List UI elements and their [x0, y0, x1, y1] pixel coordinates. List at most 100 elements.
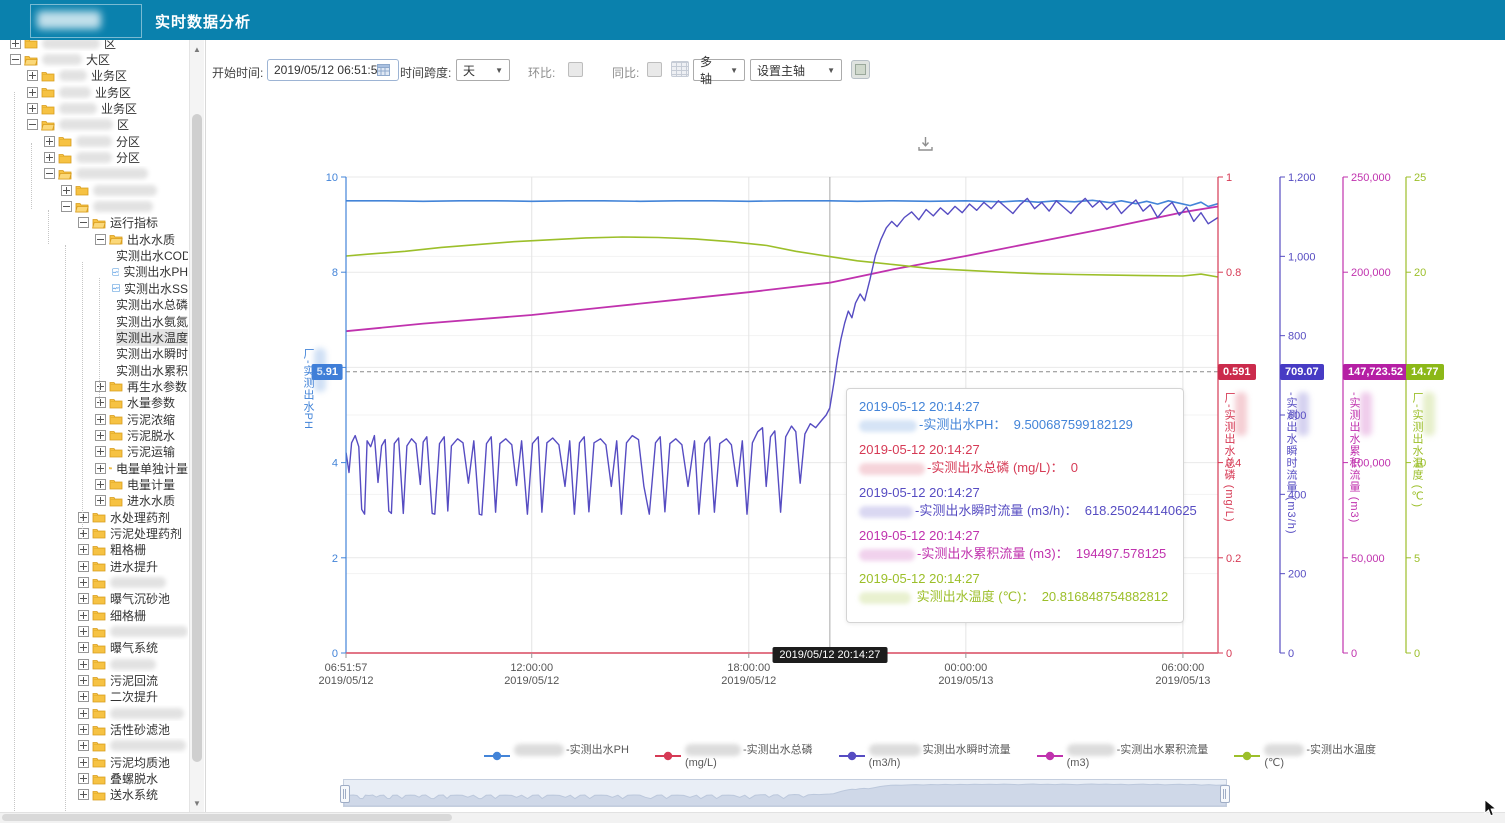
axis-tick-label: 8	[332, 267, 338, 279]
tooltip-timestamp: 2019-05-12 20:14:27	[859, 527, 1171, 545]
redacted-text	[685, 744, 741, 756]
legend-marker-icon	[1234, 750, 1260, 762]
axis-tick-label: 25	[1414, 172, 1426, 184]
redacted-text	[1297, 392, 1309, 436]
chart-legend: -实测出水PH -实测出水总磷(mg/L) 实测出水瞬时流量(m3/h) -实测…	[400, 744, 1460, 770]
y-axis-name-flow: -实测出水瞬时流量 (m3/h)	[1284, 392, 1309, 535]
x-tick-time-label: 06:51:57	[325, 662, 368, 674]
x-tick-time-label: 12:00:00	[510, 662, 553, 674]
mouse-cursor-icon	[1484, 800, 1497, 817]
legend-label: -实测出水总磷(mg/L)	[685, 744, 813, 770]
tooltip-value-line: -实测出水PH： 9.500687599182129	[859, 416, 1171, 434]
datazoom-data-shadow	[344, 784, 1226, 806]
datazoom-left-handle[interactable]	[340, 785, 350, 803]
realtime-analysis-app: 实时数据分析 区大区业务区业务区业务区区分区分区运行指标出水水质实测出水COD实…	[0, 0, 1505, 822]
y-axis-name-tp: 厂-实测出水总磷 (mg/L)	[1222, 392, 1247, 523]
datazoom-slider[interactable]	[343, 779, 1227, 807]
chart-canvas[interactable]: 024681000.20.40.60.8102004006008001,0001…	[0, 0, 1505, 822]
redacted-text	[514, 744, 564, 756]
axis-tick-label: 5	[1414, 553, 1420, 565]
y-axis-name-temp: 厂-实测出水温度 (℃)	[1410, 392, 1435, 508]
legend-label: 实测出水瞬时流量(m3/h)	[869, 744, 1011, 770]
legend-item-tp[interactable]: -实测出水总磷(mg/L)	[655, 744, 813, 770]
redacted-text	[1264, 744, 1304, 756]
redacted-text	[859, 549, 915, 561]
axis-tick-label: 250,000	[1351, 172, 1391, 184]
chart-tooltip: 2019-05-12 20:14:27 -实测出水PH： 9.500687599…	[846, 388, 1184, 623]
legend-marker-icon	[839, 750, 865, 762]
legend-item-ph[interactable]: -实测出水PH	[484, 744, 629, 770]
axis-value-badge-flow: 709.07	[1280, 364, 1324, 380]
redacted-text	[1360, 392, 1372, 436]
redacted-text	[1067, 744, 1115, 756]
legend-marker-icon	[655, 750, 681, 762]
axis-value-badge-temp: 14.77	[1406, 364, 1444, 380]
axis-value-badge-cum: 147,723.52	[1343, 364, 1408, 380]
tooltip-timestamp: 2019-05-12 20:14:27	[859, 441, 1171, 459]
legend-item-temp[interactable]: -实测出水温度(℃)	[1234, 744, 1376, 770]
tooltip-series-entry: 2019-05-12 20:14:27 -实测出水PH： 9.500687599…	[859, 398, 1171, 434]
axis-tick-label: 4	[332, 458, 338, 470]
axis-tick-label: 0.8	[1226, 267, 1241, 279]
x-tick-time-label: 18:00:00	[727, 662, 770, 674]
axis-tick-label: 0	[1226, 648, 1232, 660]
tooltip-timestamp: 2019-05-12 20:14:27	[859, 398, 1171, 416]
hscrollbar-thumb[interactable]	[2, 814, 452, 821]
axis-tick-label: 1	[1226, 172, 1232, 184]
tooltip-value-line: -实测出水累积流量 (m3)： 194497.578125	[859, 545, 1171, 563]
legend-label: -实测出水PH	[514, 744, 629, 757]
redacted-text	[1423, 392, 1435, 436]
axis-tick-label: 1,000	[1288, 251, 1316, 263]
x-tick-date-label: 2019/05/13	[938, 675, 993, 687]
tooltip-value-line: -实测出水瞬时流量 (m3/h)： 618.250244140625	[859, 502, 1171, 520]
datazoom-right-handle[interactable]	[1220, 785, 1230, 803]
page-horizontal-scrollbar[interactable]	[0, 812, 1505, 823]
redacted-text	[859, 592, 911, 604]
tooltip-timestamp: 2019-05-12 20:14:27	[859, 484, 1171, 502]
axis-pointer-time-tag: 2019/05/12 20:14:27	[772, 647, 887, 663]
axis-tick-label: 10	[326, 172, 338, 184]
legend-label: -实测出水累积流量(m3)	[1067, 744, 1209, 770]
tooltip-timestamp: 2019-05-12 20:14:27	[859, 570, 1171, 588]
legend-item-flow[interactable]: 实测出水瞬时流量(m3/h)	[839, 744, 1011, 770]
axis-tick-label: 200,000	[1351, 267, 1391, 279]
y-axis-name-ph: 厂-实测出水PH	[301, 348, 326, 430]
legend-marker-icon	[1037, 750, 1063, 762]
datazoom-shadow	[344, 780, 1226, 806]
axis-tick-label: 0	[1288, 648, 1294, 660]
x-tick-time-label: 06:00:00	[1161, 662, 1204, 674]
axis-tick-label: 0	[1351, 648, 1357, 660]
x-tick-date-label: 2019/05/12	[318, 675, 373, 687]
legend-label: -实测出水温度(℃)	[1264, 744, 1376, 770]
redacted-text	[859, 463, 925, 475]
x-tick-time-label: 00:00:00	[944, 662, 987, 674]
axis-tick-label: 1,200	[1288, 172, 1316, 184]
series-line-temp	[346, 237, 1218, 277]
axis-tick-label: 0	[1414, 648, 1420, 660]
tooltip-value-line: 实测出水温度 (℃)： 20.816848754882812	[859, 588, 1171, 606]
axis-tick-label: 0.2	[1226, 553, 1241, 565]
tooltip-series-entry: 2019-05-12 20:14:27 -实测出水总磷 (mg/L)： 0	[859, 441, 1171, 477]
y-axis-name-cum: -实测出水累积流量 (m3)	[1347, 392, 1372, 523]
redacted-text	[859, 506, 913, 518]
tooltip-series-entry: 2019-05-12 20:14:27 -实测出水瞬时流量 (m3/h)： 61…	[859, 484, 1171, 520]
tooltip-series-entry: 2019-05-12 20:14:27 -实测出水累积流量 (m3)： 1944…	[859, 527, 1171, 563]
series-line-cum	[346, 207, 1218, 332]
axis-tick-label: 0	[332, 648, 338, 660]
tooltip-series-entry: 2019-05-12 20:14:27 实测出水温度 (℃)： 20.81684…	[859, 570, 1171, 606]
legend-item-cum[interactable]: -实测出水累积流量(m3)	[1037, 744, 1209, 770]
axis-tick-label: 20	[1414, 267, 1426, 279]
axis-value-badge-tp: 0.591	[1218, 364, 1256, 380]
axis-tick-label: 800	[1288, 331, 1306, 343]
x-tick-date-label: 2019/05/12	[504, 675, 559, 687]
tooltip-value-line: -实测出水总磷 (mg/L)： 0	[859, 459, 1171, 477]
redacted-text	[869, 744, 921, 756]
x-tick-date-label: 2019/05/12	[721, 675, 776, 687]
axis-tick-label: 50,000	[1351, 553, 1385, 565]
axis-tick-label: 200	[1288, 569, 1306, 581]
x-tick-date-label: 2019/05/13	[1155, 675, 1210, 687]
redacted-text	[314, 348, 326, 392]
redacted-text	[859, 420, 917, 432]
axis-tick-label: 2	[332, 553, 338, 565]
legend-marker-icon	[484, 750, 510, 762]
